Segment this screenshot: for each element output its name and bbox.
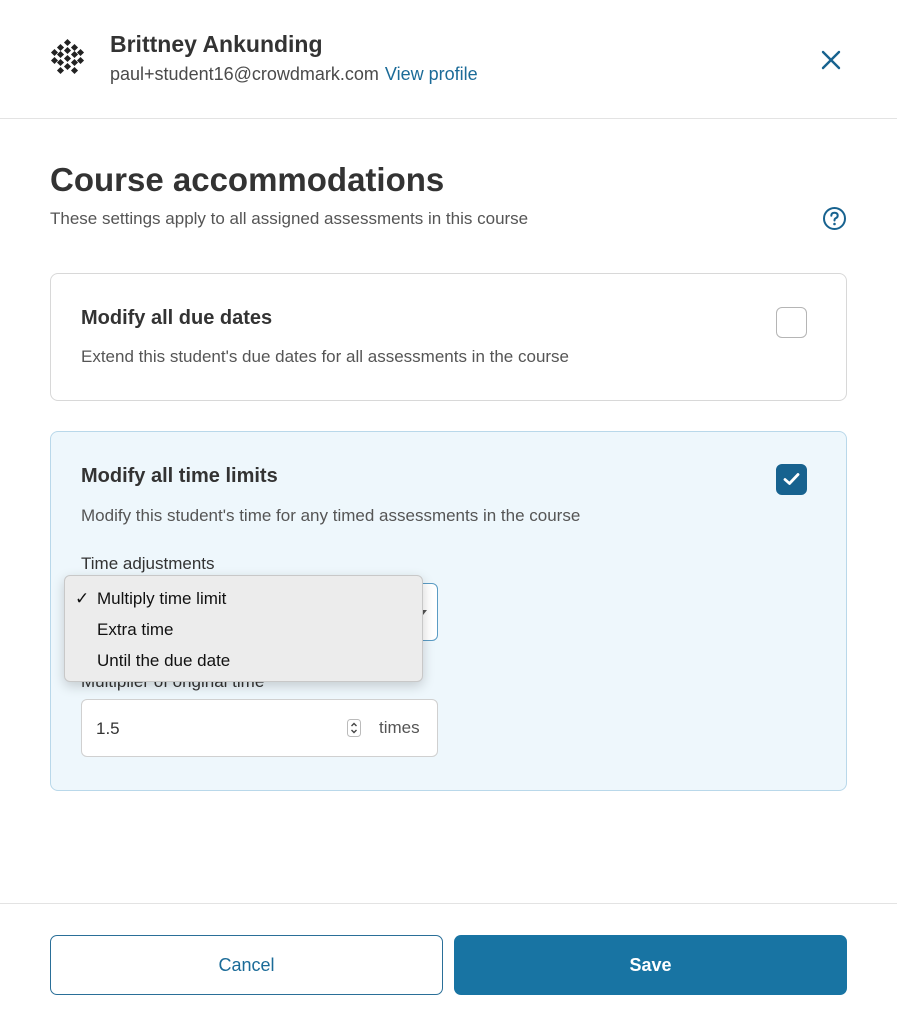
avatar	[50, 38, 85, 75]
checkmark-icon	[783, 473, 800, 485]
multiplier-input[interactable]: 1.5 times	[81, 699, 438, 757]
due-dates-title: Modify all due dates	[81, 307, 273, 329]
save-button[interactable]: Save	[454, 935, 847, 995]
view-profile-link[interactable]: View profile	[385, 64, 478, 84]
time-limits-title: Modify all time limits	[81, 465, 278, 487]
help-icon[interactable]	[822, 206, 847, 231]
time-adjustments-dropdown: ✓ Multiply time limit Extra time Until t…	[64, 575, 423, 682]
option-multiply-time-limit[interactable]: ✓ Multiply time limit	[65, 583, 422, 613]
student-email-line: paul+student16@crowdmark.com View profile	[110, 64, 478, 85]
spinner-icon[interactable]	[347, 719, 361, 737]
student-name: Brittney Ankunding	[110, 31, 323, 57]
multiplier-value[interactable]: 1.5	[96, 719, 120, 739]
option-label: Until the due date	[97, 651, 231, 670]
multiplier-unit: times	[379, 718, 420, 737]
option-label: Multiply time limit	[97, 589, 227, 608]
option-extra-time[interactable]: Extra time	[65, 614, 422, 644]
page-title: Course accommodations	[50, 161, 445, 198]
due-dates-checkbox[interactable]	[776, 307, 807, 338]
due-dates-description: Extend this student's due dates for all …	[81, 347, 570, 366]
drawer-footer: Cancel Save	[0, 903, 897, 1024]
close-icon[interactable]	[818, 47, 844, 73]
page-subtitle: These settings apply to all assigned ass…	[50, 209, 529, 228]
option-label: Extra time	[97, 620, 174, 639]
checkmark-icon: ✓	[75, 589, 90, 608]
cancel-button[interactable]: Cancel	[50, 935, 443, 995]
time-adjustments-label: Time adjustments	[81, 554, 215, 573]
time-limits-checkbox[interactable]	[776, 464, 807, 495]
option-until-due-date[interactable]: Until the due date	[65, 645, 422, 675]
drawer-header: Brittney Ankunding paul+student16@crowdm…	[0, 0, 897, 119]
student-email: paul+student16@crowdmark.com	[110, 64, 379, 84]
time-limits-description: Modify this student's time for any timed…	[81, 506, 581, 525]
due-dates-card: Modify all due dates Extend this student…	[50, 273, 847, 401]
